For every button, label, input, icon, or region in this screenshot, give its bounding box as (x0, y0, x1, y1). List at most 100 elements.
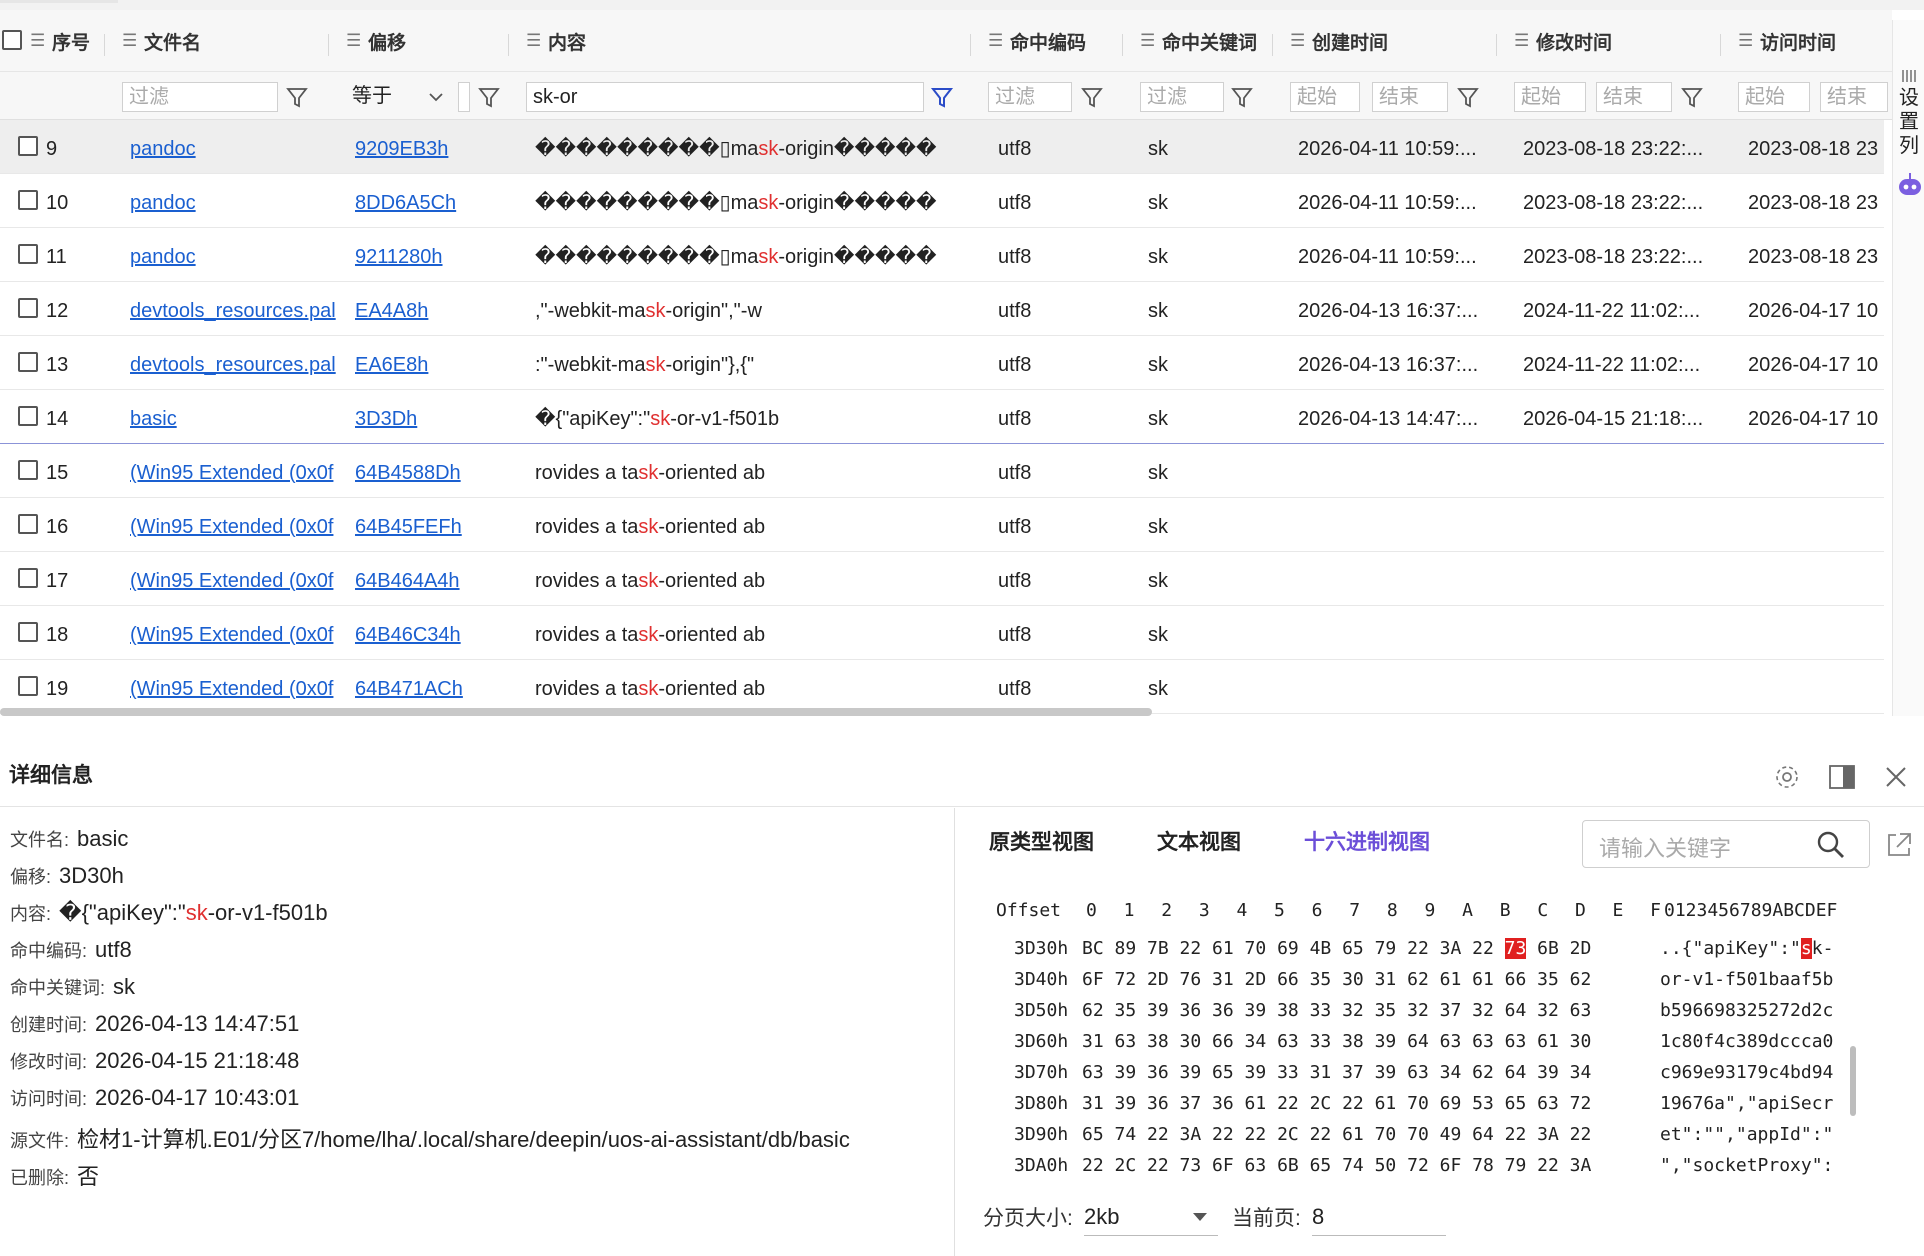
row-filename-link[interactable]: (Win95 Extended (0x0f (130, 444, 336, 498)
created-end-input[interactable]: 结束 (1372, 82, 1448, 112)
row-checkbox[interactable] (18, 514, 38, 534)
row-filename-link[interactable]: pandoc (130, 120, 336, 174)
horizontal-scrollbar[interactable] (0, 708, 1152, 716)
hex-line-bytes[interactable]: 31 39 36 37 36 61 22 2C 22 61 70 69 53 6… (1082, 1093, 1591, 1114)
col-divider[interactable] (508, 34, 509, 56)
table-row[interactable]: 11 pandoc 9211280h ���������▯mask-origin… (0, 228, 1884, 282)
row-offset-link[interactable]: EA6E8h (355, 336, 505, 390)
row-offset-link[interactable]: 64B471ACh (355, 660, 505, 714)
row-filename-link[interactable]: devtools_resources.pal (130, 282, 336, 336)
funnel-icon[interactable] (285, 82, 309, 112)
row-offset-link[interactable]: 64B46C34h (355, 606, 505, 660)
col-divider[interactable] (1122, 34, 1123, 56)
row-checkbox[interactable] (18, 352, 38, 372)
row-offset-link[interactable]: 8DD6A5Ch (355, 174, 505, 228)
tab-raw-view[interactable]: 原类型视图 (989, 826, 1094, 856)
row-checkbox[interactable] (18, 406, 38, 426)
offset-filter-input[interactable] (458, 82, 470, 112)
funnel-icon[interactable] (1080, 82, 1104, 112)
col-encoding[interactable]: ☰ 命中编码 (988, 10, 1086, 72)
hex-vertical-scrollbar[interactable] (1850, 1046, 1856, 1116)
column-settings-label[interactable]: 设置列 (1899, 86, 1921, 178)
col-divider[interactable] (104, 34, 105, 56)
keyword-search-input[interactable]: 请输入关键字 (1582, 820, 1870, 868)
table-row[interactable]: 14 basic 3D3Dh �{"apiKey":"sk-or-v1-f501… (0, 390, 1884, 444)
table-row[interactable]: 16 (Win95 Extended (0x0f 64B45FEFh rovid… (0, 498, 1884, 552)
hex-line-bytes[interactable]: 22 2C 22 73 6F 63 6B 65 74 50 72 6F 78 7… (1082, 1155, 1591, 1176)
row-checkbox[interactable] (18, 244, 38, 264)
row-filename-link[interactable]: (Win95 Extended (0x0f (130, 660, 336, 714)
col-divider[interactable] (970, 34, 971, 56)
gear-icon[interactable] (1773, 763, 1801, 791)
table-row[interactable]: 19 (Win95 Extended (0x0f 64B471ACh rovid… (0, 660, 1884, 714)
hex-line-bytes[interactable]: BC 89 7B 22 61 70 69 4B 65 79 22 3A 22 7… (1082, 938, 1591, 959)
accessed-start-input[interactable]: 起始 (1738, 82, 1810, 112)
hex-line-bytes[interactable]: 6F 72 2D 76 31 2D 66 35 30 31 62 61 61 6… (1082, 969, 1591, 990)
row-offset-link[interactable]: 9209EB3h (355, 120, 505, 174)
encoding-filter-input[interactable]: 过滤 (988, 82, 1072, 112)
col-accessed[interactable]: ☰ 访问时间 (1738, 10, 1836, 72)
table-row[interactable]: 9 pandoc 9209EB3h ���������▯mask-origin�… (0, 120, 1884, 174)
tab-hex-view[interactable]: 十六进制视图 (1304, 826, 1430, 856)
tab-text-view[interactable]: 文本视图 (1157, 826, 1241, 856)
row-offset-link[interactable]: 64B4588Dh (355, 444, 505, 498)
hex-line-bytes[interactable]: 63 39 36 39 65 39 33 31 37 39 63 34 62 6… (1082, 1062, 1591, 1083)
row-filename-link[interactable]: pandoc (130, 174, 336, 228)
funnel-active-icon[interactable] (930, 82, 954, 112)
col-divider[interactable] (1272, 34, 1273, 56)
row-checkbox[interactable] (18, 568, 38, 588)
row-filename-link[interactable]: (Win95 Extended (0x0f (130, 606, 336, 660)
funnel-icon[interactable] (1230, 82, 1254, 112)
hex-line-bytes[interactable]: 31 63 38 30 66 34 63 33 38 39 64 63 63 6… (1082, 1031, 1591, 1052)
row-filename-link[interactable]: devtools_resources.pal (130, 336, 336, 390)
col-content[interactable]: ☰ 内容 (526, 10, 586, 72)
table-row[interactable]: 17 (Win95 Extended (0x0f 64B464A4h rovid… (0, 552, 1884, 606)
col-keyword[interactable]: ☰ 命中关键词 (1140, 10, 1257, 72)
row-offset-link[interactable]: 64B464A4h (355, 552, 505, 606)
funnel-icon[interactable] (1456, 82, 1480, 112)
funnel-icon[interactable] (1680, 82, 1704, 112)
filename-filter-input[interactable]: 过滤 (122, 82, 278, 112)
table-row[interactable]: 13 devtools_resources.pal EA6E8h :"-webk… (0, 336, 1884, 390)
created-start-input[interactable]: 起始 (1290, 82, 1360, 112)
col-modified[interactable]: ☰ 修改时间 (1514, 10, 1612, 72)
external-link-icon[interactable] (1884, 830, 1914, 860)
table-row[interactable]: 12 devtools_resources.pal EA4A8h ,"-webk… (0, 282, 1884, 336)
row-checkbox[interactable] (18, 298, 38, 318)
row-offset-link[interactable]: 9211280h (355, 228, 505, 282)
col-divider[interactable] (1496, 34, 1497, 56)
row-checkbox[interactable] (18, 136, 38, 156)
row-filename-link[interactable]: (Win95 Extended (0x0f (130, 552, 336, 606)
col-offset[interactable]: ☰ 偏移 (346, 10, 406, 72)
column-settings-bar[interactable]: 设置列 (1892, 20, 1924, 716)
modified-start-input[interactable]: 起始 (1514, 82, 1586, 112)
col-index[interactable]: ☰ 序号 (30, 10, 90, 72)
hex-line-bytes[interactable]: 62 35 39 36 36 39 38 33 32 35 32 37 32 6… (1082, 1000, 1591, 1021)
panel-splitter[interactable] (954, 808, 955, 1256)
col-divider[interactable] (1720, 34, 1721, 56)
select-all-checkbox[interactable] (2, 30, 22, 50)
row-checkbox[interactable] (18, 622, 38, 642)
funnel-icon[interactable] (477, 82, 501, 112)
table-row[interactable]: 18 (Win95 Extended (0x0f 64B46C34h rovid… (0, 606, 1884, 660)
row-filename-link[interactable]: pandoc (130, 228, 336, 282)
row-offset-link[interactable]: 3D3Dh (355, 390, 505, 444)
row-filename-link[interactable]: basic (130, 390, 336, 444)
page-size-select[interactable]: 2kb (1084, 1196, 1218, 1236)
keyword-filter-input[interactable]: 过滤 (1140, 82, 1224, 112)
close-icon[interactable] (1882, 763, 1910, 791)
col-divider[interactable] (328, 34, 329, 56)
split-panel-icon[interactable] (1828, 763, 1856, 791)
content-filter-input[interactable]: sk-or (526, 82, 924, 112)
row-checkbox[interactable] (18, 460, 38, 480)
search-icon[interactable] (1815, 829, 1847, 861)
row-offset-link[interactable]: EA4A8h (355, 282, 505, 336)
assistant-robot-icon[interactable] (1893, 168, 1924, 204)
accessed-end-input[interactable]: 结束 (1820, 82, 1888, 112)
row-filename-link[interactable]: (Win95 Extended (0x0f (130, 498, 336, 552)
col-created[interactable]: ☰ 创建时间 (1290, 10, 1388, 72)
row-offset-link[interactable]: 64B45FEFh (355, 498, 505, 552)
row-checkbox[interactable] (18, 676, 38, 696)
table-row[interactable]: 10 pandoc 8DD6A5Ch ���������▯mask-origin… (0, 174, 1884, 228)
chevron-down-icon[interactable] (428, 90, 444, 104)
